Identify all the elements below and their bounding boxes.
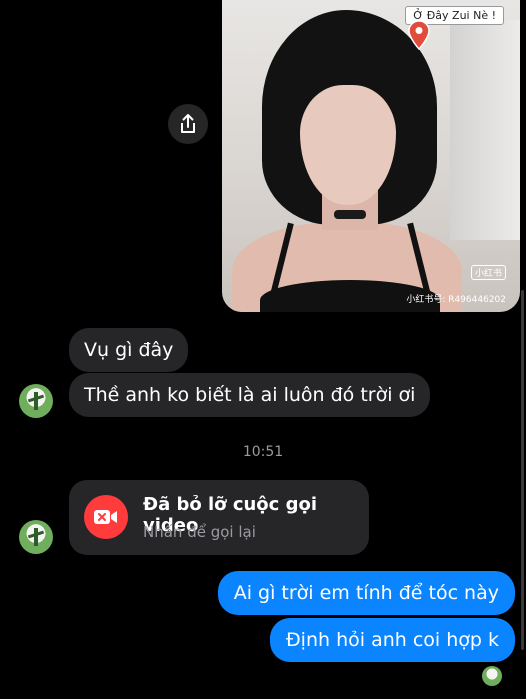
photo-watermark-logo: 小红书 bbox=[470, 265, 506, 280]
photo-subject-choker bbox=[334, 210, 366, 219]
photo-background bbox=[450, 20, 520, 240]
incoming-message[interactable]: Vụ gì đây bbox=[69, 328, 189, 372]
message-timestamp: 10:51 bbox=[242, 444, 284, 460]
scrollbar[interactable] bbox=[521, 290, 524, 650]
incoming-message[interactable]: Thề anh ko biết là ai luôn đó trời ơi bbox=[69, 373, 431, 417]
missed-call-icon-badge bbox=[84, 495, 128, 539]
avatar-figure bbox=[34, 392, 38, 410]
missed-call-subtitle: Nhấn để gọi lại bbox=[143, 523, 256, 541]
location-pin-icon bbox=[408, 20, 430, 50]
missed-video-call-card[interactable]: Đã bỏ lỡ cuộc gọi video Nhấn để gọi lại bbox=[69, 480, 369, 555]
outgoing-message[interactable]: Ai gì trời em tính để tóc này bbox=[217, 571, 515, 615]
share-button[interactable] bbox=[168, 104, 208, 144]
outgoing-message[interactable]: Định hỏi anh coi hợp k bbox=[269, 618, 515, 662]
video-call-missed-icon bbox=[94, 510, 117, 524]
shared-photo[interactable]: Ở Đây Zui Nè ! 小红书 小红书号: R496446202 bbox=[222, 0, 520, 312]
avatar-figure bbox=[34, 528, 38, 546]
photo-watermark-id: 小红书号: R496446202 bbox=[406, 295, 506, 305]
contact-avatar[interactable] bbox=[19, 384, 53, 418]
contact-avatar[interactable] bbox=[19, 520, 53, 554]
read-receipt-avatar bbox=[482, 666, 502, 686]
share-icon bbox=[181, 114, 195, 133]
